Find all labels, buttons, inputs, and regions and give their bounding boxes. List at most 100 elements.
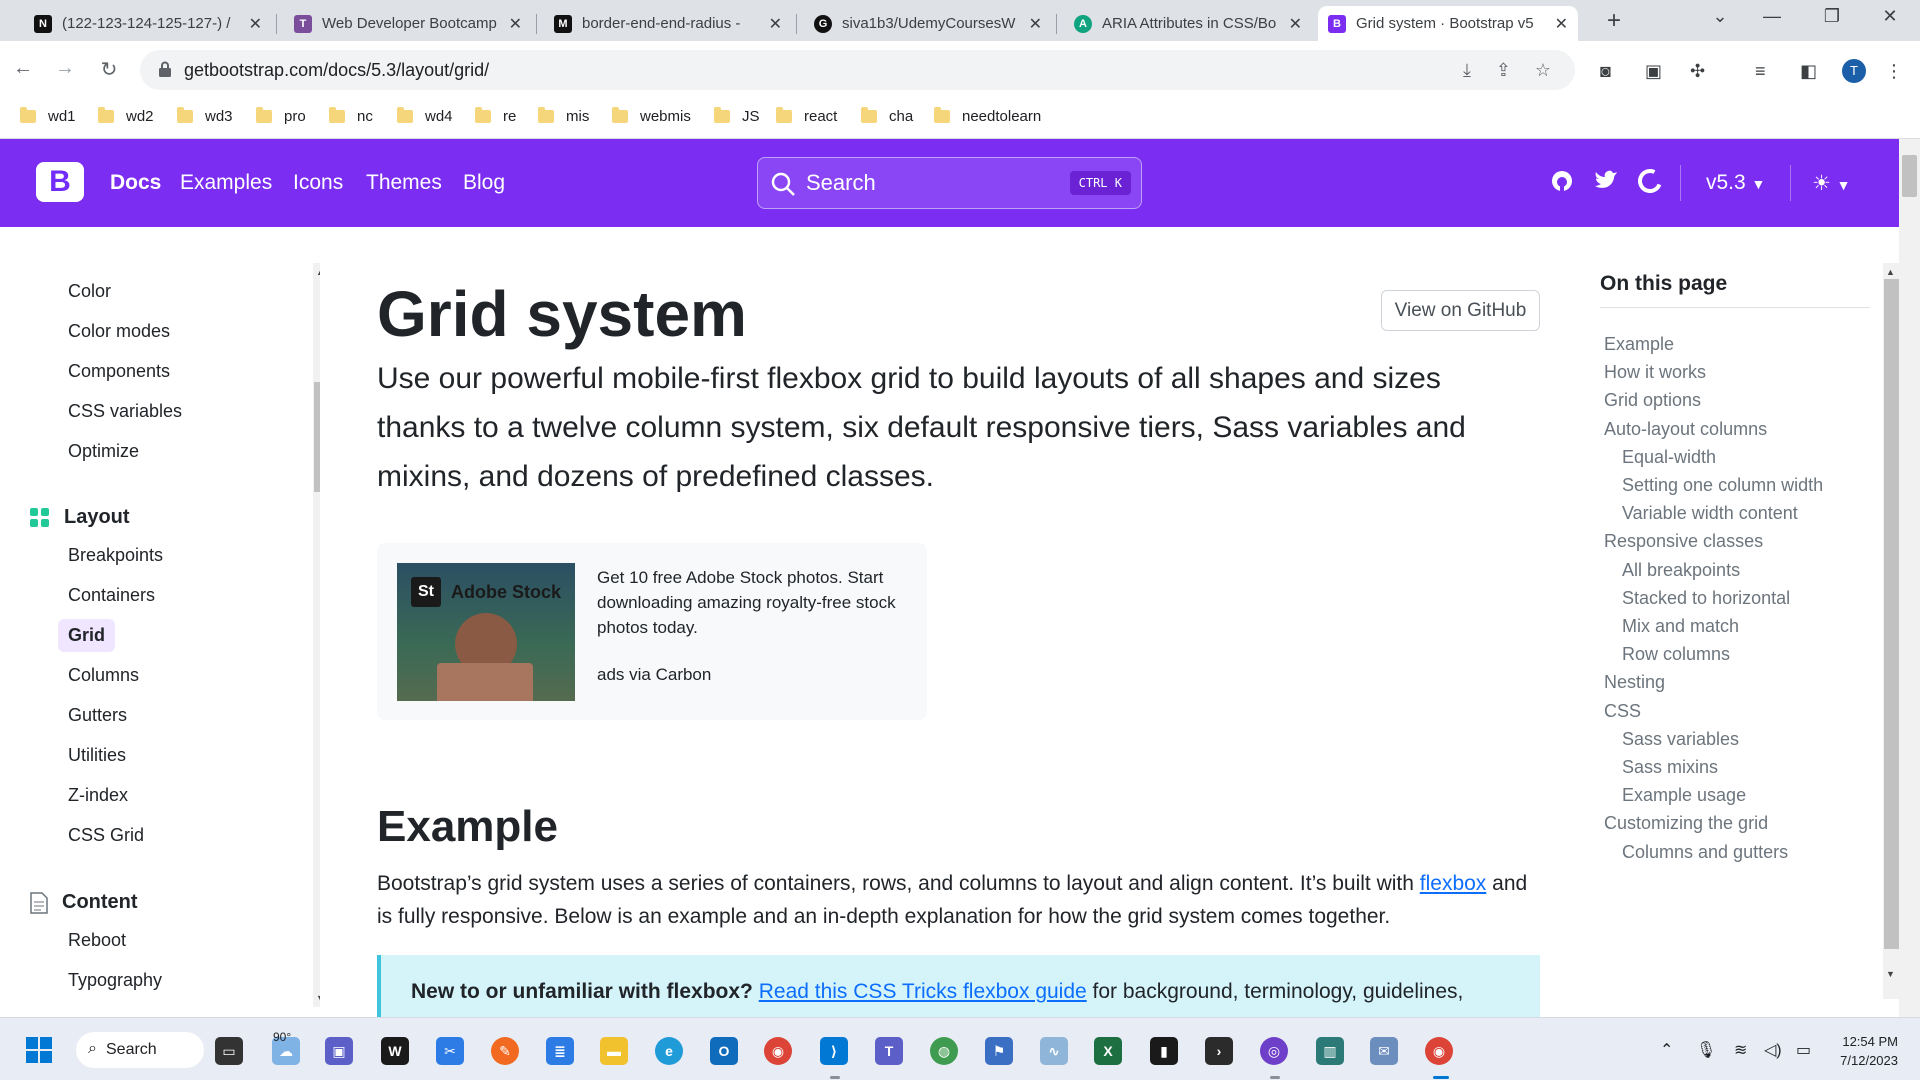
bookmark-folder[interactable]: cha bbox=[861, 107, 913, 125]
bookmark-folder[interactable]: react bbox=[776, 107, 837, 125]
bookmark-folder[interactable]: needtolearn bbox=[934, 107, 1041, 125]
address-bar[interactable]: getbootstrap.com/docs/5.3/layout/grid/ ⤓… bbox=[140, 50, 1575, 90]
wifi-icon[interactable]: ≋ bbox=[1734, 1040, 1747, 1060]
browser-tab-5[interactable]: A ARIA Attributes in CSS/Bo ✕ bbox=[1064, 6, 1312, 41]
scroll-up-arrow-icon[interactable]: ▲ bbox=[1886, 267, 1895, 277]
new-tab-button[interactable]: + bbox=[1600, 8, 1628, 36]
taskbar-search[interactable]: ⌕ Search bbox=[76, 1032, 204, 1068]
toc-link[interactable]: How it works bbox=[1604, 362, 1706, 383]
toc-link[interactable]: Equal-width bbox=[1622, 447, 1716, 468]
toc-link[interactable]: Stacked to horizontal bbox=[1622, 588, 1790, 609]
bookmark-star-icon[interactable]: ☆ bbox=[1535, 60, 1551, 81]
close-window-icon[interactable]: ✕ bbox=[1870, 6, 1910, 27]
toc-link[interactable]: Example usage bbox=[1622, 785, 1746, 806]
browser-tab-3[interactable]: M border-end-end-radius - ✕ bbox=[544, 6, 792, 41]
share-icon[interactable]: ⇪ bbox=[1496, 60, 1511, 81]
snipping-tool-icon[interactable]: ✂ bbox=[436, 1037, 464, 1065]
chrome-profile-icon[interactable]: ◉ bbox=[1425, 1037, 1453, 1065]
puzzle-extensions-icon[interactable]: ✣ bbox=[1690, 61, 1705, 82]
toc-link[interactable]: CSS bbox=[1604, 701, 1641, 722]
bookmark-folder[interactable]: re bbox=[475, 107, 516, 125]
sidebar-item-breakpoints[interactable]: Breakpoints bbox=[68, 545, 163, 566]
flexbox-link[interactable]: flexbox bbox=[1420, 872, 1487, 895]
bookmark-folder[interactable]: JS bbox=[714, 107, 760, 125]
scroll-down-arrow-icon[interactable]: ▼ bbox=[1886, 969, 1895, 979]
toc-link[interactable]: Columns and gutters bbox=[1622, 842, 1788, 863]
sidebar-item-color[interactable]: Color bbox=[68, 281, 111, 302]
nav-link-blog[interactable]: Blog bbox=[463, 171, 505, 195]
edge-icon[interactable]: e bbox=[655, 1037, 683, 1065]
teams-chat-icon[interactable]: ▣ bbox=[325, 1037, 353, 1065]
chrome-icon[interactable]: ◉ bbox=[764, 1037, 792, 1065]
close-tab-icon[interactable]: ✕ bbox=[769, 14, 782, 34]
browser-tab-4[interactable]: G siva1b3/UdemyCoursesW ✕ bbox=[804, 6, 1052, 41]
teams-icon[interactable]: T bbox=[875, 1037, 903, 1065]
page-scrollbar[interactable] bbox=[1899, 139, 1920, 1017]
nav-link-themes[interactable]: Themes bbox=[366, 171, 442, 195]
sidebar-item-reboot[interactable]: Reboot bbox=[68, 930, 126, 951]
page-scrollbar-thumb[interactable] bbox=[1902, 155, 1917, 197]
back-icon[interactable]: ← bbox=[10, 57, 36, 80]
toc-link[interactable]: Nesting bbox=[1604, 672, 1665, 693]
menu-kebab-icon[interactable]: ⋮ bbox=[1885, 61, 1903, 82]
toc-link[interactable]: Setting one column width bbox=[1622, 475, 1823, 496]
toc-link[interactable]: Auto-layout columns bbox=[1604, 419, 1767, 440]
docs-search-button[interactable]: Search CTRL K bbox=[757, 157, 1142, 209]
sidebar-item-optimize[interactable]: Optimize bbox=[68, 441, 139, 462]
bookmark-folder[interactable]: pro bbox=[256, 107, 306, 125]
close-tab-icon[interactable]: ✕ bbox=[1555, 14, 1568, 34]
css-tricks-link[interactable]: Read this CSS Tricks flexbox guide bbox=[759, 980, 1087, 1003]
bookmark-folder[interactable]: wd3 bbox=[177, 107, 233, 125]
toc-link[interactable]: Responsive classes bbox=[1604, 531, 1763, 552]
toc-scrollbar-thumb[interactable] bbox=[1884, 279, 1900, 949]
microphone-icon[interactable]: 🎙 bbox=[1696, 1040, 1716, 1060]
toc-link[interactable]: Sass mixins bbox=[1622, 757, 1718, 778]
reload-icon[interactable]: ↻ bbox=[96, 57, 122, 82]
globe-app-icon[interactable]: ◍ bbox=[930, 1037, 958, 1065]
webex-icon[interactable]: W bbox=[381, 1037, 409, 1065]
mail-app-icon[interactable]: ✉ bbox=[1370, 1037, 1398, 1065]
theme-toggle-dropdown[interactable]: ☀ ▼ bbox=[1812, 171, 1851, 196]
bookmark-folder[interactable]: nc bbox=[329, 107, 373, 125]
bookmark-folder[interactable]: wd1 bbox=[20, 107, 76, 125]
vscode-icon[interactable]: ⟩ bbox=[820, 1037, 848, 1065]
bookmark-folder[interactable]: wd4 bbox=[397, 107, 453, 125]
close-tab-icon[interactable]: ✕ bbox=[1289, 14, 1302, 34]
bookmark-folder[interactable]: webmis bbox=[612, 107, 691, 125]
monitor-app-icon[interactable]: ∿ bbox=[1040, 1037, 1068, 1065]
toc-link[interactable]: Mix and match bbox=[1622, 616, 1739, 637]
bookmark-folder[interactable]: mis bbox=[538, 107, 589, 125]
forward-icon[interactable]: → bbox=[52, 57, 78, 80]
sidebar-item-css-variables[interactable]: CSS variables bbox=[68, 401, 182, 422]
toc-link[interactable]: Row columns bbox=[1622, 644, 1730, 665]
nav-link-icons[interactable]: Icons bbox=[293, 171, 343, 195]
task-view-icon[interactable]: ▭ bbox=[215, 1037, 243, 1065]
nav-link-docs[interactable]: Docs bbox=[110, 171, 161, 195]
extension-icon[interactable]: ▣ bbox=[1645, 61, 1662, 82]
sidebar-item-gutters[interactable]: Gutters bbox=[68, 705, 127, 726]
browser-tab-2[interactable]: T Web Developer Bootcamp ✕ bbox=[284, 6, 532, 41]
close-tab-icon[interactable]: ✕ bbox=[249, 14, 262, 34]
chevron-up-icon[interactable]: ⌃ bbox=[1660, 1040, 1673, 1060]
close-tab-icon[interactable]: ✕ bbox=[509, 14, 522, 34]
nav-link-examples[interactable]: Examples bbox=[180, 171, 272, 195]
minimize-icon[interactable]: — bbox=[1752, 6, 1792, 27]
install-app-icon[interactable]: ⤓ bbox=[1463, 60, 1471, 81]
side-panel-icon[interactable]: ◧ bbox=[1800, 61, 1817, 82]
browser-tab-1[interactable]: N (122-123-124-125-127-) / ✕ bbox=[24, 6, 272, 41]
windows-start-icon[interactable] bbox=[26, 1037, 52, 1063]
maximize-icon[interactable]: ❐ bbox=[1812, 6, 1852, 27]
system-clock[interactable]: 12:54 PM 7/12/2023 bbox=[1838, 1032, 1898, 1070]
toc-link[interactable]: All breakpoints bbox=[1622, 560, 1740, 581]
ad-image[interactable]: St Adobe Stock bbox=[397, 563, 575, 701]
bootstrap-logo[interactable]: B bbox=[36, 162, 84, 202]
presentation-app-icon[interactable]: ▥ bbox=[1316, 1037, 1344, 1065]
profile-avatar[interactable]: T bbox=[1842, 59, 1866, 83]
twitter-icon[interactable] bbox=[1594, 169, 1618, 191]
postman-icon[interactable]: ✎ bbox=[491, 1037, 519, 1065]
carbon-ad[interactable]: St Adobe Stock Get 10 free Adobe Stock p… bbox=[377, 543, 927, 720]
sidebar-item-containers[interactable]: Containers bbox=[68, 585, 155, 606]
battery-icon[interactable]: ▭ bbox=[1796, 1040, 1811, 1060]
sidebar-item-css-grid[interactable]: CSS Grid bbox=[68, 825, 144, 846]
file-explorer-icon[interactable]: ▬ bbox=[600, 1037, 628, 1065]
